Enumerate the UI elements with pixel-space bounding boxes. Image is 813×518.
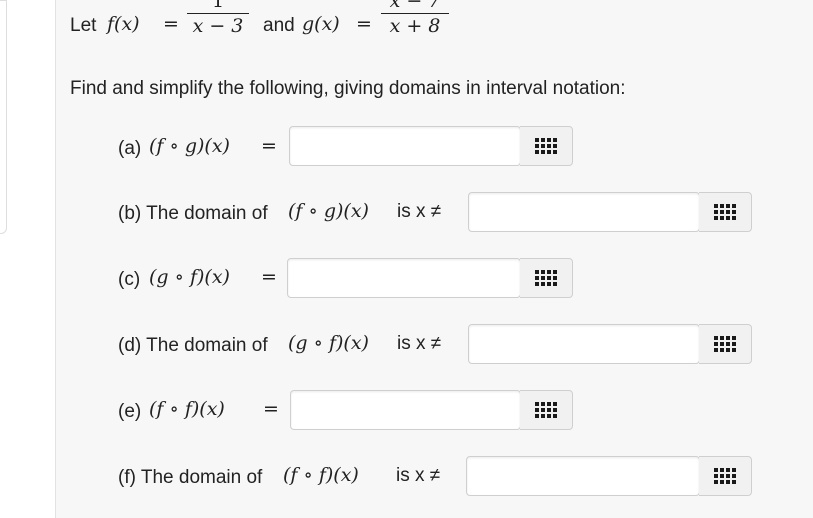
part-b-expr: (f ∘ g)(x) (288, 200, 369, 222)
g-denominator: x + 8 (389, 15, 441, 38)
part-d-label: (d) The domain of (118, 335, 268, 356)
part-a-answer-input[interactable] (289, 126, 521, 166)
part-e-label: (e) (118, 401, 142, 422)
math-keypad-icon (714, 204, 736, 220)
part-a-expr: (f ∘ g)(x) (149, 135, 230, 157)
part-d-answer-input[interactable] (468, 324, 700, 364)
part-b-keypad-button[interactable] (699, 192, 752, 232)
part-b-rel: is x ≠ (397, 201, 442, 222)
math-keypad-icon (714, 336, 736, 352)
g-of-x: g(x) (302, 13, 340, 35)
instruction-text: Find and simplify the following, giving … (70, 78, 626, 99)
f-fraction: 1 x − 3 (187, 0, 249, 37)
question-panel: Let f(x) = 1 x − 3 and g(x) = x − 7 x + … (55, 0, 813, 518)
part-a-label: (a) (118, 138, 142, 159)
part-d-rel: is x ≠ (397, 333, 442, 354)
part-f-label: (f) The domain of (118, 467, 263, 488)
part-a-keypad-button[interactable] (520, 126, 573, 166)
part-e-rel: = (263, 398, 279, 420)
equals-sign: = (163, 13, 179, 35)
part-b-answer-input[interactable] (468, 192, 700, 232)
part-f-answer-input[interactable] (466, 456, 700, 496)
part-e-expr: (f ∘ f)(x) (149, 398, 225, 420)
part-c-expr: (g ∘ f)(x) (149, 266, 230, 288)
part-f-rel: is x ≠ (396, 465, 441, 486)
part-c-rel: = (261, 266, 277, 288)
part-c-label: (c) (118, 269, 141, 290)
intro-and: and (263, 15, 295, 36)
math-keypad-icon (535, 270, 557, 286)
part-a-rel: = (261, 135, 277, 157)
f-of-x: f(x) (107, 13, 140, 35)
part-c-answer-input[interactable] (287, 258, 521, 298)
part-e-answer-input[interactable] (290, 390, 521, 430)
math-keypad-icon (535, 138, 557, 154)
part-e-keypad-button[interactable] (520, 390, 573, 430)
math-keypad-icon (714, 468, 736, 484)
part-d-keypad-button[interactable] (699, 324, 752, 364)
fraction-bar (381, 13, 449, 15)
equals-sign-2: = (356, 13, 372, 35)
part-b-label: (b) The domain of (118, 203, 268, 224)
part-f-expr: (f ∘ f)(x) (283, 464, 359, 486)
math-keypad-icon (535, 402, 557, 418)
part-d-expr: (g ∘ f)(x) (288, 332, 369, 354)
intro-let: Let (70, 15, 97, 36)
f-denominator: x − 3 (192, 15, 244, 38)
fraction-bar (187, 13, 249, 15)
adjacent-card-edge (0, 0, 7, 234)
g-fraction: x − 7 x + 8 (381, 0, 449, 37)
part-c-keypad-button[interactable] (520, 258, 573, 298)
g-numerator: x − 7 (389, 0, 441, 12)
part-f-keypad-button[interactable] (699, 456, 752, 496)
f-numerator: 1 (211, 0, 225, 12)
